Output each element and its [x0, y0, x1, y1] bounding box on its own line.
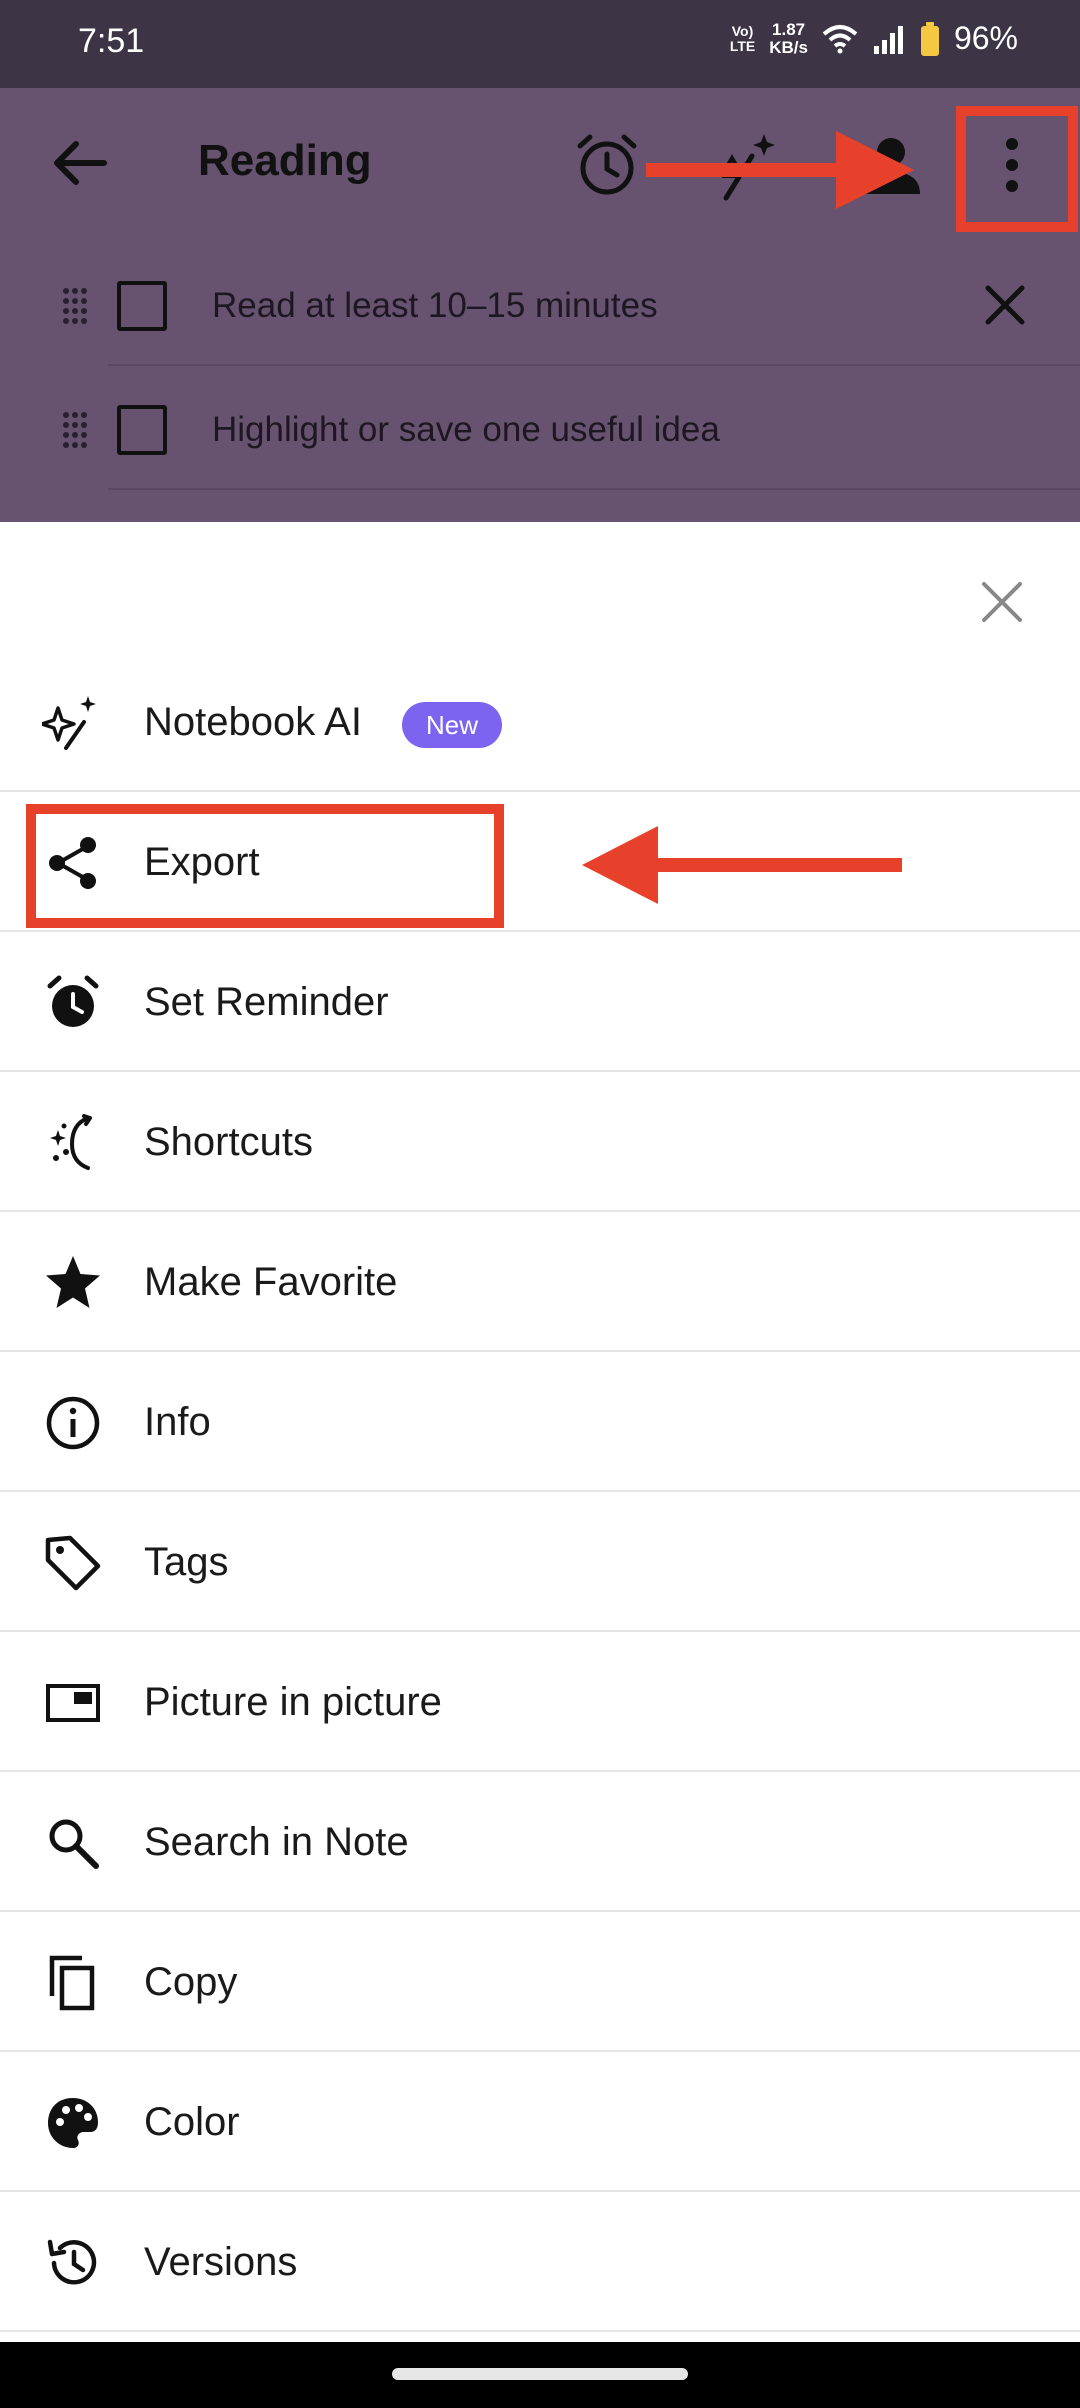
shortcuts-icon — [50, 1114, 92, 1170]
menu-item-label: Info — [144, 1400, 211, 1444]
palette-icon — [48, 2098, 98, 2148]
menu-item-versions[interactable]: Versions — [0, 2192, 1080, 2332]
info-icon — [46, 1396, 100, 1450]
menu-item-notebook-ai[interactable]: Notebook AI New — [0, 652, 1080, 792]
status-time: 7:51 — [78, 22, 145, 60]
page-title: Reading — [198, 136, 372, 185]
checklist: Read at least 10–15 minutes Highlight or… — [0, 242, 1080, 522]
checkbox[interactable] — [117, 405, 167, 455]
menu-item-label: Set Reminder — [144, 980, 389, 1024]
checklist-item[interactable]: Highlight or save one useful idea — [0, 366, 1080, 490]
search-icon — [49, 1819, 99, 1869]
menu-item-label: Copy — [144, 1960, 238, 2004]
menu-item-label: Tags — [144, 1540, 229, 1584]
history-icon — [47, 2239, 97, 2285]
menu-item-color[interactable]: Color — [0, 2052, 1080, 2192]
menu-item-label: Search in Note — [144, 1820, 409, 1864]
status-bar: 7:51 Vo) LTE 1.87 KB/s 96% — [0, 0, 1080, 88]
menu-item-label: Make Favorite — [144, 1260, 398, 1304]
back-arrow-icon[interactable] — [44, 128, 114, 198]
checklist-item-text[interactable]: Highlight or save one useful idea — [212, 410, 720, 450]
menu-item-copy[interactable]: Copy — [0, 1912, 1080, 2052]
annotation-box-menu — [956, 106, 1078, 232]
battery-icon — [920, 21, 939, 56]
tag-icon — [45, 1535, 101, 1591]
ai-sparkle-icon — [42, 696, 96, 750]
menu-item-label: Versions — [144, 2240, 298, 2284]
divider — [108, 488, 1080, 490]
home-indicator[interactable] — [392, 2368, 688, 2380]
alarm-icon — [47, 975, 99, 1027]
checklist-item-text[interactable]: Read at least 10–15 minutes — [212, 286, 658, 326]
status-icons: Vo) LTE 1.87 KB/s 96% — [730, 20, 1018, 57]
options-sheet: Notebook AI New Export Set Reminder Shor… — [0, 522, 1080, 2342]
new-badge: New — [402, 702, 503, 748]
volte-indicator: Vo) LTE — [729, 22, 756, 54]
star-icon — [46, 1256, 100, 1308]
menu-item-make-favorite[interactable]: Make Favorite — [0, 1212, 1080, 1352]
close-icon[interactable] — [976, 576, 1028, 628]
menu-item-set-reminder[interactable]: Set Reminder — [0, 932, 1080, 1072]
annotation-arrow-left — [582, 826, 902, 904]
menu-item-tags[interactable]: Tags — [0, 1492, 1080, 1632]
battery-percentage: 96% — [953, 20, 1018, 56]
annotation-box-export — [26, 804, 504, 928]
menu-item-label: Notebook AI — [144, 700, 362, 744]
menu-item-search-in-note[interactable]: Search in Note — [0, 1772, 1080, 1912]
wifi-icon — [822, 24, 858, 53]
copy-icon — [49, 1955, 95, 2011]
menu-item-picture-in-picture[interactable]: Picture in picture — [0, 1632, 1080, 1772]
menu-item-label: Color — [144, 2100, 240, 2144]
alarm-icon[interactable] — [570, 128, 644, 202]
picture-in-picture-icon — [46, 1684, 100, 1722]
drag-handle-icon[interactable] — [60, 286, 90, 326]
drag-handle-icon[interactable] — [60, 410, 90, 450]
close-icon[interactable] — [980, 280, 1030, 330]
checklist-item[interactable]: Read at least 10–15 minutes — [0, 242, 1080, 366]
signal-icon — [873, 25, 903, 54]
menu-item-label: Picture in picture — [144, 1680, 442, 1724]
navigation-bar — [0, 2342, 1080, 2408]
annotation-arrow-right — [646, 131, 914, 209]
menu-item-info[interactable]: Info — [0, 1352, 1080, 1492]
checkbox[interactable] — [117, 281, 167, 331]
menu-item-label: Shortcuts — [144, 1120, 313, 1164]
menu-item-shortcuts[interactable]: Shortcuts — [0, 1072, 1080, 1212]
network-speed: 1.87 KB/s — [769, 19, 808, 57]
